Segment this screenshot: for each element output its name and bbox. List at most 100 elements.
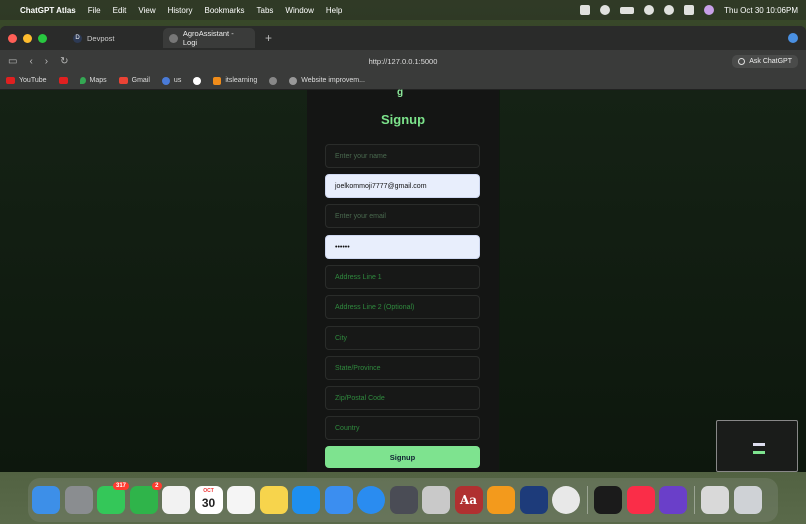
- password-field[interactable]: ••••••: [325, 235, 480, 259]
- status-area: Thu Oct 30 10:06PM: [580, 5, 798, 15]
- country-field[interactable]: Country: [325, 416, 480, 440]
- itslearning-icon: [213, 76, 222, 85]
- moon-icon[interactable]: [600, 5, 611, 15]
- dock-separator: [693, 486, 695, 514]
- reminders-icon[interactable]: [227, 486, 255, 514]
- system-settings-icon[interactable]: [64, 486, 93, 514]
- menu-view[interactable]: View: [138, 6, 155, 15]
- state-field[interactable]: State/Province: [325, 356, 480, 380]
- pages-icon[interactable]: [487, 486, 515, 514]
- sidebar-toggle-icon[interactable]: ▭: [8, 56, 17, 67]
- bookmark-label: itslearning: [225, 77, 258, 84]
- dictionary-icon[interactable]: Aa: [454, 486, 483, 514]
- logo-fragment: g: [397, 87, 404, 98]
- screenshot-thumbnail[interactable]: [716, 420, 798, 472]
- zip-field[interactable]: Zip/Postal Code: [325, 386, 480, 410]
- signup-button[interactable]: Signup: [325, 446, 480, 468]
- signup-card: g Signup Enter your name joelkommoji7777…: [307, 87, 499, 472]
- city-field[interactable]: City: [325, 326, 480, 350]
- launchpad-icon[interactable]: [422, 486, 450, 514]
- email-field[interactable]: Enter your email: [325, 204, 480, 228]
- menu-bookmarks[interactable]: Bookmarks: [205, 6, 245, 15]
- photos-icon[interactable]: [162, 486, 190, 514]
- testflight-icon[interactable]: [519, 486, 548, 514]
- chrome-icon[interactable]: [552, 486, 580, 514]
- app-menu[interactable]: ChatGPT Atlas: [20, 6, 76, 15]
- imovie-icon[interactable]: [659, 486, 687, 514]
- bookmark-compass[interactable]: [269, 76, 278, 85]
- ask-chatgpt-button[interactable]: Ask ChatGPT: [732, 54, 798, 68]
- ask-chatgpt-label: Ask ChatGPT: [749, 57, 792, 65]
- finder-icon[interactable]: [32, 486, 60, 514]
- tab-agroassistant[interactable]: AgroAssistant - Logi: [163, 28, 255, 48]
- bookmark-youtube[interactable]: YouTube: [6, 77, 47, 84]
- youtube-icon: [6, 77, 15, 84]
- profile-icon[interactable]: [788, 33, 798, 43]
- new-tab-icon[interactable]: +: [265, 31, 272, 45]
- bookmark-label: YouTube: [19, 77, 47, 84]
- menu-edit[interactable]: Edit: [113, 6, 127, 15]
- iphone-mirroring-icon[interactable]: [389, 486, 418, 514]
- search-icon[interactable]: [664, 5, 675, 15]
- address-line1-field[interactable]: Address Line 1: [325, 265, 480, 289]
- music-icon[interactable]: [626, 486, 655, 514]
- calendar-month: OCT: [203, 488, 214, 494]
- dropbox-icon[interactable]: [580, 5, 591, 15]
- compass-icon: [269, 76, 278, 85]
- calendar-icon[interactable]: OCT 30: [194, 486, 223, 514]
- trash-icon[interactable]: [733, 486, 762, 514]
- fullscreen-window-icon[interactable]: [38, 33, 47, 43]
- menu-help[interactable]: Help: [326, 6, 342, 15]
- downloads-icon[interactable]: [701, 486, 729, 514]
- bookmark-label: us: [173, 77, 182, 84]
- web-page: g Signup Enter your name joelkommoji7777…: [0, 87, 806, 472]
- wifi-icon[interactable]: [644, 5, 655, 15]
- tab-devpost[interactable]: D Devpost: [67, 28, 159, 48]
- bookmark-maps[interactable]: Maps: [79, 77, 107, 84]
- app-store-icon[interactable]: [292, 486, 320, 514]
- close-window-icon[interactable]: [8, 33, 17, 43]
- address-bar[interactable]: http://127.0.0.1:5000: [369, 57, 438, 66]
- chatgpt-atlas-icon[interactable]: [594, 486, 622, 514]
- page-title: Signup: [380, 112, 426, 127]
- bookmark-website-improvement[interactable]: Website improvem...: [289, 76, 365, 85]
- thumbnail-button: [753, 451, 765, 454]
- safari-icon[interactable]: [357, 486, 385, 514]
- back-icon[interactable]: ‹: [29, 56, 32, 67]
- menu-tabs[interactable]: Tabs: [257, 6, 274, 15]
- bookmark-gmail[interactable]: Gmail: [118, 77, 150, 84]
- dock: 317 2 OCT 30 Aa: [28, 478, 778, 522]
- messages-icon[interactable]: 317: [97, 482, 129, 514]
- reload-icon[interactable]: ↻: [60, 56, 68, 67]
- tab-label: AgroAssistant - Logi: [182, 29, 234, 47]
- bookmark-us[interactable]: us: [161, 76, 182, 85]
- thumbnail-field: [753, 443, 765, 446]
- bookmark-youtube-2[interactable]: [58, 77, 68, 84]
- menu-history[interactable]: History: [168, 6, 193, 15]
- siri-icon[interactable]: [704, 5, 715, 15]
- window-controls: [8, 33, 47, 43]
- bookmark-itslearning[interactable]: itslearning: [213, 76, 258, 85]
- battery-icon[interactable]: [620, 6, 635, 14]
- username-field[interactable]: joelkommoji7777@gmail.com: [325, 174, 480, 198]
- page-background-right: [500, 90, 806, 472]
- bookmark-label: Maps: [89, 77, 107, 84]
- menu-window[interactable]: Window: [285, 6, 313, 15]
- control-center-icon[interactable]: [684, 5, 695, 15]
- notes-icon[interactable]: [259, 486, 288, 514]
- bookmark-google[interactable]: [193, 76, 202, 85]
- address-line2-field[interactable]: Address Line 2 (Optional): [325, 295, 480, 319]
- clock[interactable]: Thu Oct 30 10:06PM: [724, 6, 798, 15]
- menu-file[interactable]: File: [88, 6, 101, 15]
- bookmark-label: Website improvem...: [301, 77, 365, 84]
- facetime-icon[interactable]: 2: [129, 482, 162, 514]
- menubar: ChatGPT Atlas File Edit View History Boo…: [0, 0, 806, 20]
- maps-icon: [79, 77, 86, 84]
- youtube-icon: [58, 77, 68, 84]
- name-field[interactable]: Enter your name: [325, 144, 480, 168]
- forward-icon[interactable]: ›: [45, 56, 48, 67]
- mail-icon[interactable]: [324, 486, 353, 514]
- bookmark-label: Gmail: [131, 77, 150, 84]
- minimize-window-icon[interactable]: [23, 33, 32, 43]
- user-icon: [161, 76, 170, 85]
